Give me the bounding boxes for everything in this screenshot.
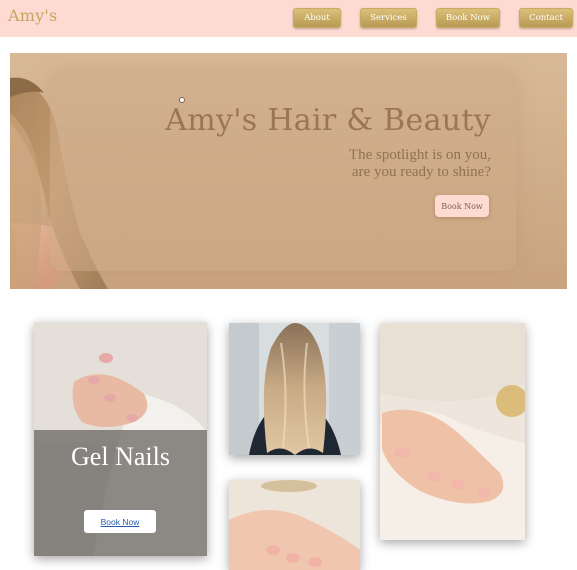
gel-nails-title: Gel Nails (71, 442, 170, 471)
gel-nails-card[interactable]: Gel Nails Book Now (34, 322, 207, 556)
hero-subtitle: The spotlight is on you, are you ready t… (349, 147, 491, 181)
hero-title: Amy's Hair & Beauty (165, 103, 491, 138)
hair-photo (229, 323, 360, 455)
nail-art-photo (229, 480, 360, 570)
manicure-photo (380, 323, 525, 540)
nav-book-now-button[interactable]: Book Now (436, 8, 500, 28)
nav-services-button[interactable]: Services (360, 8, 417, 28)
hair-styling-card[interactable] (229, 323, 360, 455)
hero-banner: Amy's Hair & Beauty The spotlight is on … (10, 53, 567, 289)
gel-nails-book-button[interactable]: Book Now (84, 510, 156, 533)
site-header: Amy's About Services Book Now Contact (0, 0, 577, 37)
hero-subtitle-line-1: The spotlight is on you, (348, 147, 491, 163)
hero-subtitle-line-2: are you ready to shine? (351, 164, 491, 180)
nav-contact-button[interactable]: Contact (519, 8, 573, 28)
site-logo[interactable]: Amy's (8, 6, 57, 25)
manicure-card[interactable] (380, 323, 525, 540)
hero-book-now-button[interactable]: Book Now (435, 195, 489, 217)
nail-art-card[interactable] (229, 480, 360, 570)
nav-about-button[interactable]: About (293, 8, 341, 28)
mouse-cursor (179, 97, 185, 103)
